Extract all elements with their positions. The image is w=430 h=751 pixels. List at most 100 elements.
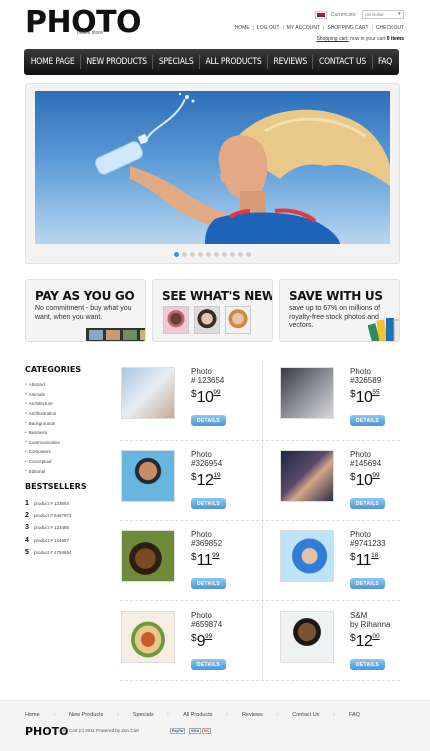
slider-dot[interactable] xyxy=(190,252,195,257)
footer-link-home[interactable]: Home xyxy=(25,712,40,718)
details-button[interactable]: DETAILS xyxy=(350,498,385,509)
product-name[interactable]: Photo #659874 xyxy=(191,611,251,629)
category-item[interactable]: Editorial xyxy=(25,466,60,476)
currency-selector: Currencies: US Dollar xyxy=(315,10,404,19)
bestseller-label[interactable]: product # 5467972 xyxy=(34,513,72,518)
details-button[interactable]: DETAILS xyxy=(191,415,226,426)
slider-pagination xyxy=(26,252,399,257)
bestseller-item[interactable]: 5 product # 4794654 xyxy=(25,547,72,559)
slider-dot[interactable] xyxy=(214,252,219,257)
product-image[interactable] xyxy=(121,367,175,419)
nav-new-products[interactable]: NEW PRODUCTS xyxy=(86,57,147,67)
category-item[interactable]: Business xyxy=(25,428,60,438)
product-image[interactable] xyxy=(280,450,334,502)
nav-home-page[interactable]: HOME PAGE xyxy=(31,57,75,67)
promo-pay-as-you-go[interactable]: PAY AS YOU GO No commitment - buy what y… xyxy=(25,279,146,342)
details-button[interactable]: DETAILS xyxy=(350,415,385,426)
product-price: $1099 xyxy=(350,472,380,489)
bestseller-item[interactable]: 4 product # 124657 xyxy=(25,534,72,546)
logo-subtitle: online store xyxy=(77,30,103,36)
product-name[interactable]: Photo #326589 xyxy=(350,367,410,385)
photo-strip-icon xyxy=(86,328,145,341)
product-image[interactable] xyxy=(280,611,334,663)
category-item[interactable]: Animals xyxy=(25,390,60,400)
link-home[interactable]: HOME xyxy=(235,25,250,31)
slider-dot[interactable] xyxy=(238,252,243,257)
product-image[interactable] xyxy=(121,450,175,502)
grid-divider xyxy=(120,440,400,441)
category-item[interactable]: Architecture xyxy=(25,399,60,409)
promo-save-with-us[interactable]: SAVE WITH US save up to 67% on millions … xyxy=(279,279,400,342)
details-button[interactable]: DETAILS xyxy=(191,498,226,509)
details-button[interactable]: DETAILS xyxy=(350,659,385,670)
slider-dot[interactable] xyxy=(206,252,211,257)
slider-dot[interactable] xyxy=(182,252,187,257)
details-button[interactable]: DETAILS xyxy=(191,578,226,589)
footer-link-all-products[interactable]: All Products xyxy=(183,712,212,718)
rank-number: 1 xyxy=(25,499,29,507)
slider-dot[interactable] xyxy=(198,252,203,257)
visa-icon: VISA xyxy=(189,728,202,734)
banner-image[interactable] xyxy=(35,91,390,244)
slider-dot[interactable] xyxy=(246,252,251,257)
nav-specials[interactable]: SPECIALS xyxy=(159,57,194,67)
category-item[interactable]: Communication xyxy=(25,438,60,448)
category-item[interactable]: Backgrounds xyxy=(25,418,60,428)
product-name[interactable]: Photo #145694 xyxy=(350,450,410,468)
product-price: $1118 xyxy=(350,552,379,569)
grid-divider xyxy=(120,520,400,521)
category-item[interactable]: Abstract xyxy=(25,380,60,390)
slider-dot[interactable] xyxy=(222,252,227,257)
category-item[interactable]: Art/Illustration xyxy=(25,409,60,419)
bestseller-label[interactable]: product # 123486 xyxy=(34,525,69,530)
footer-link-faq[interactable]: FAQ xyxy=(349,712,360,718)
link-checkout[interactable]: CHECKOUT xyxy=(376,25,404,31)
product-image[interactable] xyxy=(280,530,334,582)
cart-count: 0 items xyxy=(386,36,404,42)
nav-reviews[interactable]: REVIEWS xyxy=(274,57,308,67)
currency-dropdown[interactable]: US Dollar xyxy=(361,10,404,19)
product-image[interactable] xyxy=(280,367,334,419)
cart-link[interactable]: Shopping cart: xyxy=(316,36,348,42)
product-name[interactable]: Photo #369852 xyxy=(191,530,251,548)
slider-dot[interactable] xyxy=(230,252,235,257)
product-card: S&M by Rihanna $1200 DETAILS xyxy=(280,611,415,681)
bestseller-item[interactable]: 2 product # 5467972 xyxy=(25,509,72,521)
nav-all-products[interactable]: ALL PRODUCTS xyxy=(205,57,261,67)
bestseller-label[interactable]: product # 4794654 xyxy=(34,550,72,555)
category-item[interactable]: Computers xyxy=(25,447,60,457)
slider-dot[interactable] xyxy=(174,252,179,257)
footer-link-reviews[interactable]: Reviews xyxy=(242,712,263,718)
uk-flag-icon xyxy=(315,10,327,19)
product-name[interactable]: Photo # 123654 xyxy=(191,367,251,385)
product-name[interactable]: Photo #9741233 xyxy=(350,530,410,548)
product-image[interactable] xyxy=(121,611,175,663)
details-button[interactable]: DETAILS xyxy=(191,659,226,670)
product-image[interactable] xyxy=(121,530,175,582)
rank-number: 3 xyxy=(25,524,29,532)
nav-faq[interactable]: FAQ xyxy=(378,57,392,67)
bestseller-item[interactable]: 1 product # 123654 xyxy=(25,497,72,509)
link-logout[interactable]: LOG OUT xyxy=(257,25,280,31)
link-my-account[interactable]: MY ACCOUNT xyxy=(287,25,320,31)
product-name[interactable]: S&M by Rihanna xyxy=(350,611,410,629)
cart-status: Shopping cart: now in your cart 0 items xyxy=(316,36,404,42)
footer-link-new-products[interactable]: New Products xyxy=(69,712,103,718)
bestseller-item[interactable]: 3 product # 123486 xyxy=(25,522,72,534)
category-item[interactable]: Conceptual xyxy=(25,457,60,467)
footer-link-specials[interactable]: Specials xyxy=(133,712,154,718)
account-links: HOME | LOG OUT | MY ACCOUNT | SHOPPING CART… xyxy=(234,25,404,31)
promo-see-whats-new[interactable]: SEE WHAT'S NEW xyxy=(152,279,273,342)
product-price: $1055 xyxy=(350,389,380,406)
category-list: Abstract Animals Architecture Art/Illust… xyxy=(25,380,60,476)
nav-contact-us[interactable]: CONTACT US xyxy=(319,57,366,67)
main-nav: HOME PAGE NEW PRODUCTS SPECIALS ALL PROD… xyxy=(24,49,399,75)
footer-link-contact-us[interactable]: Contact Us xyxy=(292,712,319,718)
product-name[interactable]: Photo #326954 xyxy=(191,450,251,468)
link-shopping-cart[interactable]: SHOPPING CART xyxy=(327,25,368,31)
bestseller-label[interactable]: product # 124657 xyxy=(34,538,69,543)
bestseller-label[interactable]: product # 123654 xyxy=(34,501,69,506)
product-price: $1199 xyxy=(191,552,220,569)
product-price: $1219 xyxy=(191,472,221,489)
details-button[interactable]: DETAILS xyxy=(350,578,385,589)
